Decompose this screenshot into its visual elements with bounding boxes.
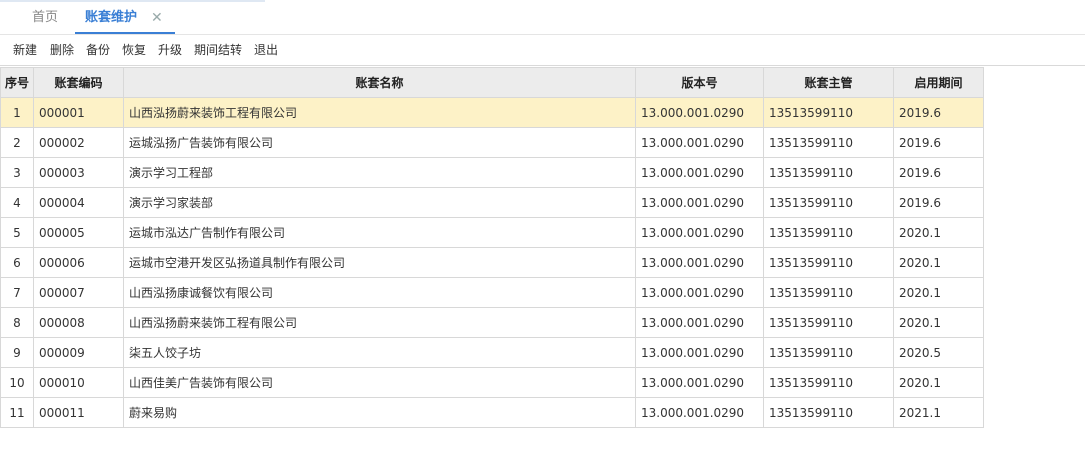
table-body: 1 000001 山西泓扬蔚来装饰工程有限公司 13.000.001.0290 1351… xyxy=(0,97,984,428)
cell-name: 演示学习工程部 xyxy=(123,157,636,188)
cell-manager: 13513599110 xyxy=(763,397,894,428)
cell-code: 000002 xyxy=(33,127,124,158)
cell-version: 13.000.001.0290 xyxy=(635,97,764,128)
cell-version: 13.000.001.0290 xyxy=(635,187,764,218)
table-row[interactable]: 8 000008 山西泓扬蔚来装饰工程有限公司 13.000.001.0290 1351… xyxy=(0,307,984,338)
cell-index: 3 xyxy=(0,157,34,188)
cell-name: 蔚来易购 xyxy=(123,397,636,428)
cell-period: 2019.6 xyxy=(893,187,984,218)
cell-period: 2020.1 xyxy=(893,367,984,398)
cell-index: 7 xyxy=(0,277,34,308)
account-set-table: 序号 账套编码 账套名称 版本号 账套主管 启用期间 1 000001 山西泓扬蔚来… xyxy=(0,67,984,428)
cell-manager: 13513599110 xyxy=(763,97,894,128)
table-row[interactable]: 10 000010 山西佳美广告装饰有限公司 13.000.001.0290 13513… xyxy=(0,367,984,398)
cell-index: 2 xyxy=(0,127,34,158)
exit-button[interactable]: 退出 xyxy=(254,35,278,65)
tab-label: 账套维护 xyxy=(85,10,138,25)
close-icon[interactable]: ✕ xyxy=(151,2,163,34)
cell-manager: 13513599110 xyxy=(763,337,894,368)
cell-code: 000005 xyxy=(33,217,124,248)
cell-name: 运城市空港开发区弘扬道具制作有限公司 xyxy=(123,247,636,278)
cell-manager: 13513599110 xyxy=(763,127,894,158)
cell-version: 13.000.001.0290 xyxy=(635,247,764,278)
cell-name: 山西泓扬蔚来装饰工程有限公司 xyxy=(123,97,636,128)
cell-code: 000008 xyxy=(33,307,124,338)
cell-index: 6 xyxy=(0,247,34,278)
cell-code: 000009 xyxy=(33,337,124,368)
cell-index: 4 xyxy=(0,187,34,218)
cell-version: 13.000.001.0290 xyxy=(635,127,764,158)
table-row[interactable]: 4 000004 演示学习家装部 13.000.001.0290 13513599110… xyxy=(0,187,984,218)
cell-manager: 13513599110 xyxy=(763,247,894,278)
column-header-period[interactable]: 启用期间 xyxy=(893,67,984,98)
cell-name: 山西泓扬蔚来装饰工程有限公司 xyxy=(123,307,636,338)
cell-version: 13.000.001.0290 xyxy=(635,397,764,428)
restore-button[interactable]: 恢复 xyxy=(122,35,146,65)
cell-version: 13.000.001.0290 xyxy=(635,217,764,248)
cell-version: 13.000.001.0290 xyxy=(635,307,764,338)
cell-version: 13.000.001.0290 xyxy=(635,337,764,368)
cell-name: 演示学习家装部 xyxy=(123,187,636,218)
column-header-index[interactable]: 序号 xyxy=(0,67,34,98)
period-carryover-button[interactable]: 期间结转 xyxy=(194,35,242,65)
table-row[interactable]: 11 000011 蔚来易购 13.000.001.0290 13513599110 20… xyxy=(0,397,984,428)
table-row[interactable]: 3 000003 演示学习工程部 13.000.001.0290 13513599110… xyxy=(0,157,984,188)
cell-manager: 13513599110 xyxy=(763,277,894,308)
tab-account-set-maintenance[interactable]: 账套维护 ✕ xyxy=(75,2,175,34)
cell-index: 9 xyxy=(0,337,34,368)
column-header-name[interactable]: 账套名称 xyxy=(123,67,636,98)
cell-period: 2019.6 xyxy=(893,157,984,188)
upgrade-button[interactable]: 升级 xyxy=(158,35,182,65)
table-row[interactable]: 2 000002 运城泓扬广告装饰有限公司 13.000.001.0290 135135… xyxy=(0,127,984,158)
table-row[interactable]: 7 000007 山西泓扬康诚餐饮有限公司 13.000.001.0290 135135… xyxy=(0,277,984,308)
tab-bar: 首页 账套维护 ✕ xyxy=(0,2,1085,35)
backup-button[interactable]: 备份 xyxy=(86,35,110,65)
cell-period: 2020.1 xyxy=(893,277,984,308)
cell-manager: 13513599110 xyxy=(763,187,894,218)
cell-index: 11 xyxy=(0,397,34,428)
cell-name: 运城市泓达广告制作有限公司 xyxy=(123,217,636,248)
cell-code: 000007 xyxy=(33,277,124,308)
cell-code: 000003 xyxy=(33,157,124,188)
cell-code: 000004 xyxy=(33,187,124,218)
table-row[interactable]: 9 000009 柒五人饺子坊 13.000.001.0290 13513599110 2… xyxy=(0,337,984,368)
table-header-row: 序号 账套编码 账套名称 版本号 账套主管 启用期间 xyxy=(0,67,984,98)
cell-period: 2020.1 xyxy=(893,307,984,338)
column-header-manager[interactable]: 账套主管 xyxy=(763,67,894,98)
cell-index: 8 xyxy=(0,307,34,338)
cell-period: 2019.6 xyxy=(893,127,984,158)
table-row[interactable]: 6 000006 运城市空港开发区弘扬道具制作有限公司 13.000.001.0290… xyxy=(0,247,984,278)
cell-period: 2020.1 xyxy=(893,217,984,248)
cell-period: 2020.5 xyxy=(893,337,984,368)
column-header-version[interactable]: 版本号 xyxy=(635,67,764,98)
cell-version: 13.000.001.0290 xyxy=(635,277,764,308)
cell-period: 2019.6 xyxy=(893,97,984,128)
cell-name: 山西佳美广告装饰有限公司 xyxy=(123,367,636,398)
cell-period: 2020.1 xyxy=(893,247,984,278)
table-row[interactable]: 5 000005 运城市泓达广告制作有限公司 13.000.001.0290 13513… xyxy=(0,217,984,248)
cell-manager: 13513599110 xyxy=(763,157,894,188)
cell-name: 山西泓扬康诚餐饮有限公司 xyxy=(123,277,636,308)
cell-name: 运城泓扬广告装饰有限公司 xyxy=(123,127,636,158)
cell-index: 10 xyxy=(0,367,34,398)
cell-version: 13.000.001.0290 xyxy=(635,157,764,188)
cell-manager: 13513599110 xyxy=(763,367,894,398)
cell-index: 5 xyxy=(0,217,34,248)
cell-manager: 13513599110 xyxy=(763,217,894,248)
table-row[interactable]: 1 000001 山西泓扬蔚来装饰工程有限公司 13.000.001.0290 1351… xyxy=(0,97,984,128)
cell-index: 1 xyxy=(0,97,34,128)
column-header-code[interactable]: 账套编码 xyxy=(33,67,124,98)
cell-code: 000011 xyxy=(33,397,124,428)
delete-button[interactable]: 删除 xyxy=(50,35,74,65)
cell-code: 000010 xyxy=(33,367,124,398)
cell-version: 13.000.001.0290 xyxy=(635,367,764,398)
cell-code: 000001 xyxy=(33,97,124,128)
toolbar: 新建 删除 备份 恢复 升级 期间结转 退出 xyxy=(0,35,1085,66)
cell-manager: 13513599110 xyxy=(763,307,894,338)
tab-home[interactable]: 首页 xyxy=(32,2,58,34)
cell-period: 2021.1 xyxy=(893,397,984,428)
cell-name: 柒五人饺子坊 xyxy=(123,337,636,368)
cell-code: 000006 xyxy=(33,247,124,278)
new-button[interactable]: 新建 xyxy=(13,35,37,65)
